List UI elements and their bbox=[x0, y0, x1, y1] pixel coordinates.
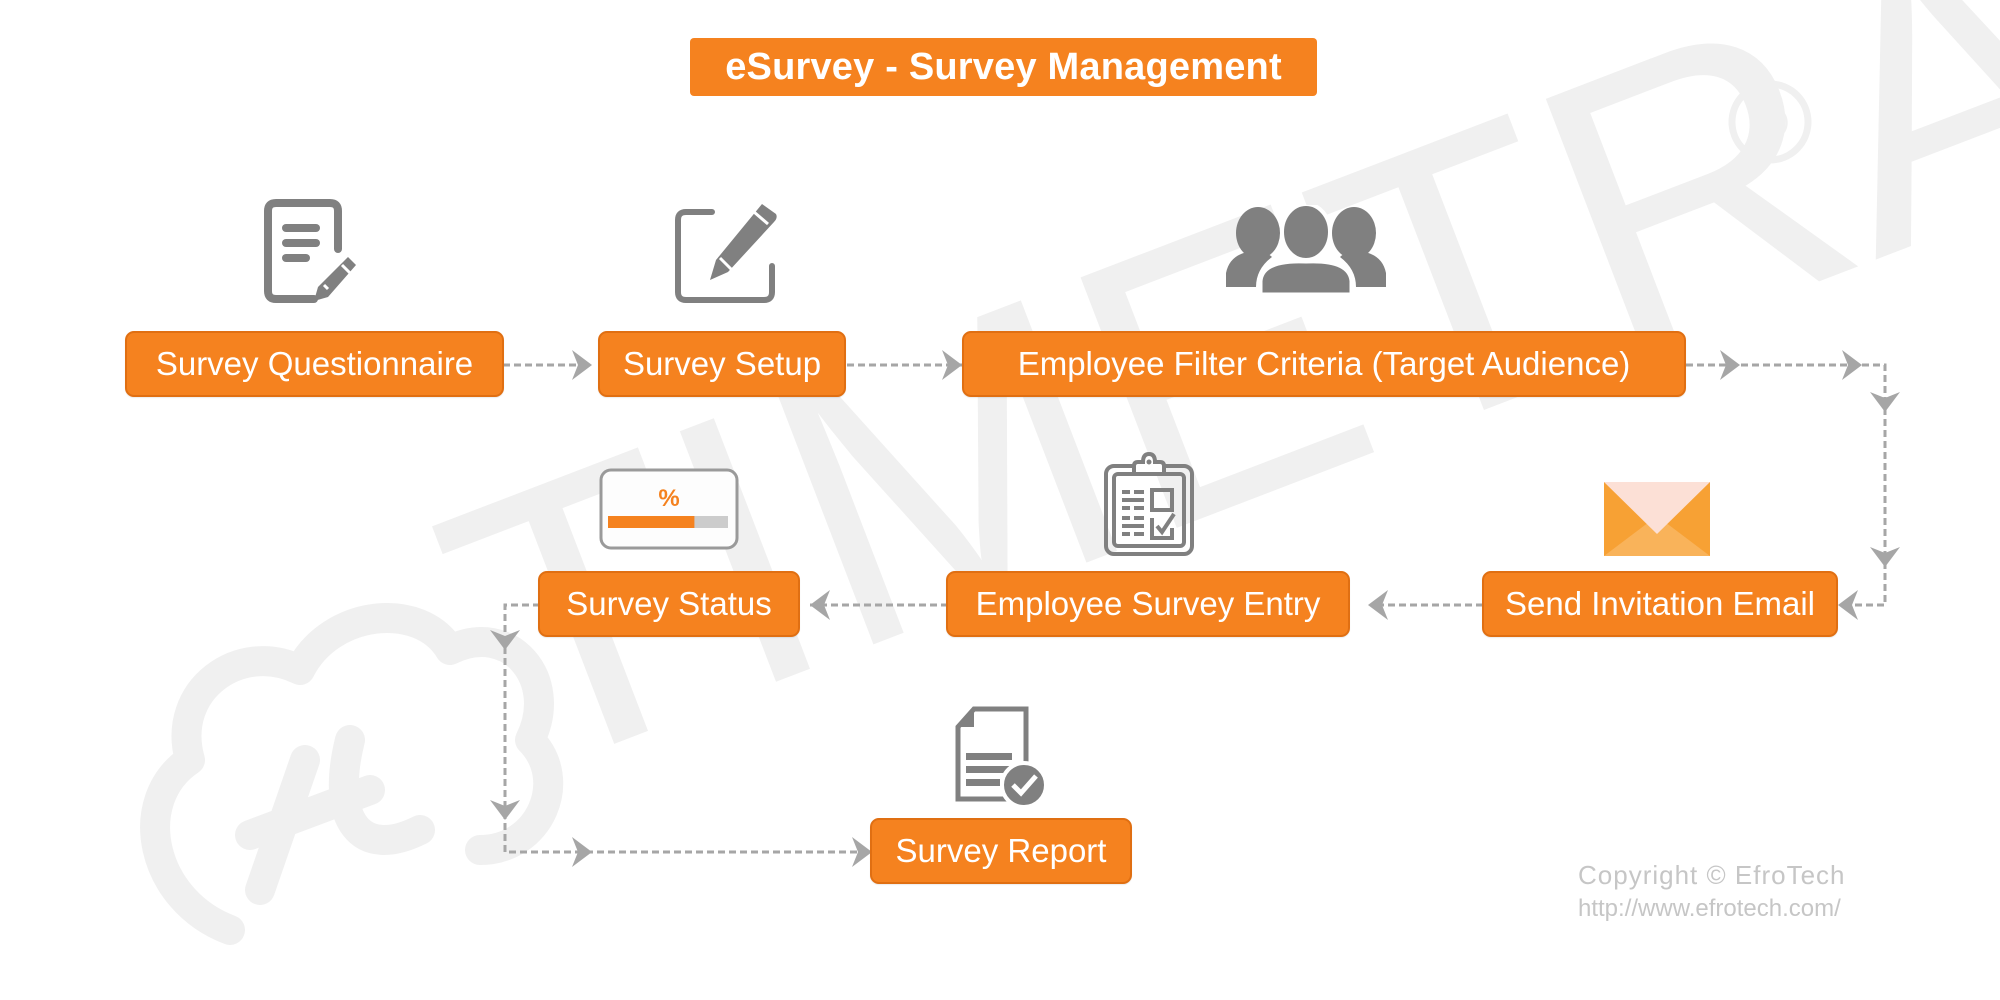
copyright-text: Copyright © EfroTech bbox=[1578, 860, 1846, 890]
connector-filter-to-invitation bbox=[1686, 363, 1887, 607]
copyright-block: Copyright © EfroTech http://www.efrotech… bbox=[1578, 858, 1845, 926]
connector-status-to-report bbox=[503, 603, 862, 854]
edit-square-icon bbox=[675, 204, 777, 303]
arrowhead bbox=[490, 630, 520, 650]
node-survey-setup[interactable]: Survey Setup bbox=[598, 331, 846, 397]
envelope-icon bbox=[1604, 482, 1710, 556]
users-group-icon bbox=[1226, 205, 1386, 295]
arrowhead bbox=[1870, 547, 1900, 567]
node-employee-survey-entry[interactable]: Employee Survey Entry bbox=[946, 571, 1350, 637]
report-check-icon bbox=[955, 706, 1048, 809]
node-employee-filter-criteria[interactable]: Employee Filter Criteria (Target Audienc… bbox=[962, 331, 1686, 397]
node-survey-report[interactable]: Survey Report bbox=[870, 818, 1132, 884]
progress-fill bbox=[608, 516, 695, 528]
company-url: http://www.efrotech.com/ bbox=[1578, 895, 1841, 922]
arrowhead bbox=[1870, 392, 1900, 412]
arrowhead bbox=[1368, 590, 1388, 620]
node-send-invitation-email[interactable]: Send Invitation Email bbox=[1482, 571, 1838, 637]
arrowhead bbox=[942, 350, 962, 380]
clipboard-checklist-icon bbox=[1104, 452, 1194, 556]
node-survey-status[interactable]: Survey Status bbox=[538, 571, 800, 637]
document-edit-icon bbox=[264, 199, 356, 303]
percent-symbol: % bbox=[658, 485, 679, 512]
progress-percent-icon: % bbox=[599, 468, 739, 550]
node-survey-questionnaire[interactable]: Survey Questionnaire bbox=[125, 331, 504, 397]
diagram-title: eSurvey - Survey Management bbox=[690, 38, 1317, 96]
